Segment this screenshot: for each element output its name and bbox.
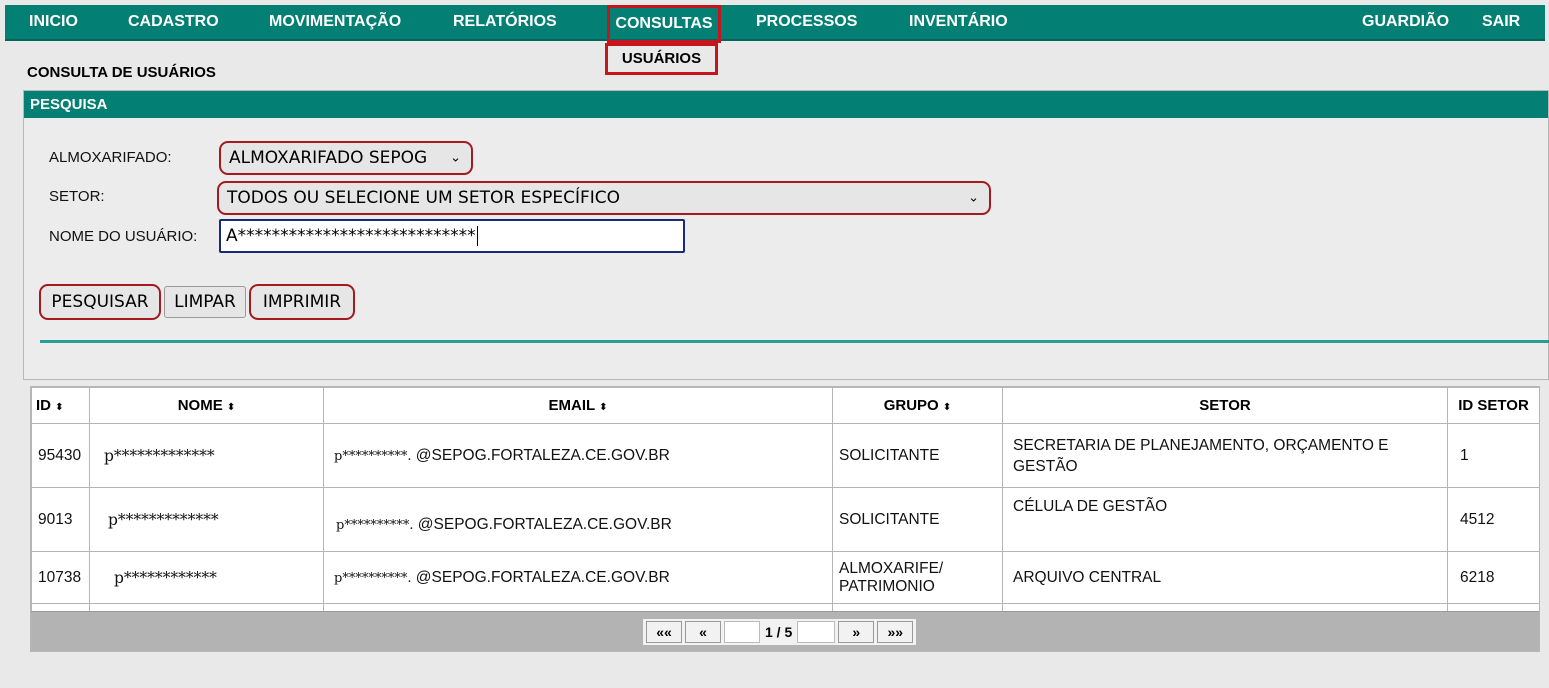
page-title: CONSULTA DE USUÁRIOS — [27, 64, 216, 81]
nav-processos[interactable]: PROCESSOS — [756, 5, 857, 39]
cell-nome: p************ — [89, 551, 324, 604]
pagination-bar: «« « 1 / 5 » »» — [31, 611, 1539, 651]
last-page-button[interactable]: »» — [877, 621, 914, 643]
imprimir-button[interactable]: IMPRIMIR — [249, 284, 355, 320]
cell-email: p**********. @SEPOG.FORTALEZA.CE.GOV.BR — [323, 487, 833, 552]
nav-consultas[interactable]: CONSULTAS — [607, 5, 721, 43]
sort-icon[interactable]: ⬍ — [227, 402, 235, 413]
cell-setor: CÉLULA DE GESTÃO — [1002, 487, 1448, 552]
nav-cadastro[interactable]: CADASTRO — [128, 5, 219, 39]
table-row[interactable]: 9013 p************* p**********. @SEPOG.… — [31, 487, 1539, 552]
text-caret — [476, 226, 478, 246]
cell-setor: ARQUIVO CENTRAL — [1002, 551, 1448, 604]
col-id-setor: ID SETOR — [1447, 387, 1539, 424]
limpar-button[interactable]: LIMPAR — [164, 286, 246, 318]
cell-id: 10738 — [31, 551, 90, 604]
pagination: «« « 1 / 5 » »» — [643, 619, 917, 645]
prev-page-button[interactable]: « — [685, 621, 721, 643]
cell-id: 9013 — [31, 487, 90, 552]
setor-label: SETOR: — [49, 188, 105, 205]
sort-icon[interactable]: ⬍ — [55, 402, 63, 413]
user-name-label: NOME DO USUÁRIO: — [49, 228, 198, 245]
col-nome[interactable]: NOME ⬍ — [89, 387, 324, 424]
nav-sair[interactable]: SAIR — [1482, 5, 1520, 39]
col-grupo[interactable]: GRUPO ⬍ — [832, 387, 1003, 424]
almoxarifado-select[interactable]: ALMOXARIFADO SEPOG ⌄ — [219, 141, 473, 175]
setor-select[interactable]: TODOS OU SELECIONE UM SETOR ESPECÍFICO ⌄ — [217, 181, 991, 215]
table-row[interactable]: 10738 p************ p**********. @SEPOG.… — [31, 551, 1539, 604]
panel-header: PESQUISA — [24, 91, 1548, 118]
nav-relatorios[interactable]: RELATÓRIOS — [453, 5, 557, 39]
search-panel: PESQUISA ALMOXARIFADO: ALMOXARIFADO SEPO… — [23, 90, 1549, 380]
cell-setor: SECRETARIA DE PLANEJAMENTO, ORÇAMENTO E … — [1002, 423, 1448, 488]
cell-email: p**********. @SEPOG.FORTALEZA.CE.GOV.BR — [323, 423, 833, 488]
cell-nome: p************* — [89, 487, 324, 552]
page-input-left[interactable] — [724, 621, 760, 643]
setor-value: TODOS OU SELECIONE UM SETOR ESPECÍFICO — [227, 188, 621, 208]
nav-movimentacao[interactable]: MOVIMENTAÇÃO — [269, 5, 401, 39]
cell-grupo: ALMOXARIFE/ PATRIMONIO — [832, 551, 1003, 604]
cell-grupo: SOLICITANTE — [832, 487, 1003, 552]
cell-email: p**********. @SEPOG.FORTALEZA.CE.GOV.BR — [323, 551, 833, 604]
cell-grupo: SOLICITANTE — [832, 423, 1003, 488]
divider — [40, 340, 1549, 343]
nav-inventario[interactable]: INVENTÁRIO — [909, 5, 1008, 39]
sort-icon[interactable]: ⬍ — [599, 402, 607, 413]
chevron-down-icon: ⌄ — [450, 150, 461, 166]
col-email[interactable]: EMAIL ⬍ — [323, 387, 833, 424]
page-input-right[interactable] — [797, 621, 836, 643]
almoxarifado-value: ALMOXARIFADO SEPOG — [229, 148, 428, 168]
next-page-button[interactable]: » — [838, 621, 875, 643]
pesquisar-button[interactable]: PESQUISAR — [39, 284, 161, 320]
nav-guardiao[interactable]: GUARDIÃO — [1362, 5, 1449, 39]
cell-id-setor: 1 — [1447, 423, 1539, 488]
almoxarifado-label: ALMOXARIFADO: — [49, 149, 172, 166]
table-row[interactable]: 95430 p************* p**********. @SEPOG… — [31, 423, 1539, 488]
page-indicator: 1 / 5 — [765, 624, 793, 640]
cell-id-setor: 6218 — [1447, 551, 1539, 604]
first-page-button[interactable]: «« — [646, 621, 682, 643]
user-name-value: A**************************** — [226, 226, 476, 246]
nav-inicio[interactable]: INICIO — [29, 5, 78, 39]
top-nav: INICIO CADASTRO MOVIMENTAÇÃO RELATÓRIOS … — [5, 5, 1545, 43]
col-id[interactable]: ID ⬍ — [31, 387, 90, 424]
cell-nome: p************* — [89, 423, 324, 488]
results-table: ID ⬍ NOME ⬍ EMAIL ⬍ GRUPO ⬍ SETOR ID SET… — [31, 387, 1539, 624]
cell-id: 95430 — [31, 423, 90, 488]
sort-icon[interactable]: ⬍ — [943, 402, 951, 413]
submenu-usuarios[interactable]: USUÁRIOS — [605, 43, 718, 75]
col-setor: SETOR — [1002, 387, 1448, 424]
chevron-down-icon: ⌄ — [968, 190, 979, 206]
user-name-input[interactable]: A**************************** — [219, 219, 685, 253]
cell-id-setor: 4512 — [1447, 487, 1539, 552]
table-header-row: ID ⬍ NOME ⬍ EMAIL ⬍ GRUPO ⬍ SETOR ID SET… — [31, 387, 1539, 424]
results-table-container: ID ⬍ NOME ⬍ EMAIL ⬍ GRUPO ⬍ SETOR ID SET… — [30, 386, 1540, 652]
